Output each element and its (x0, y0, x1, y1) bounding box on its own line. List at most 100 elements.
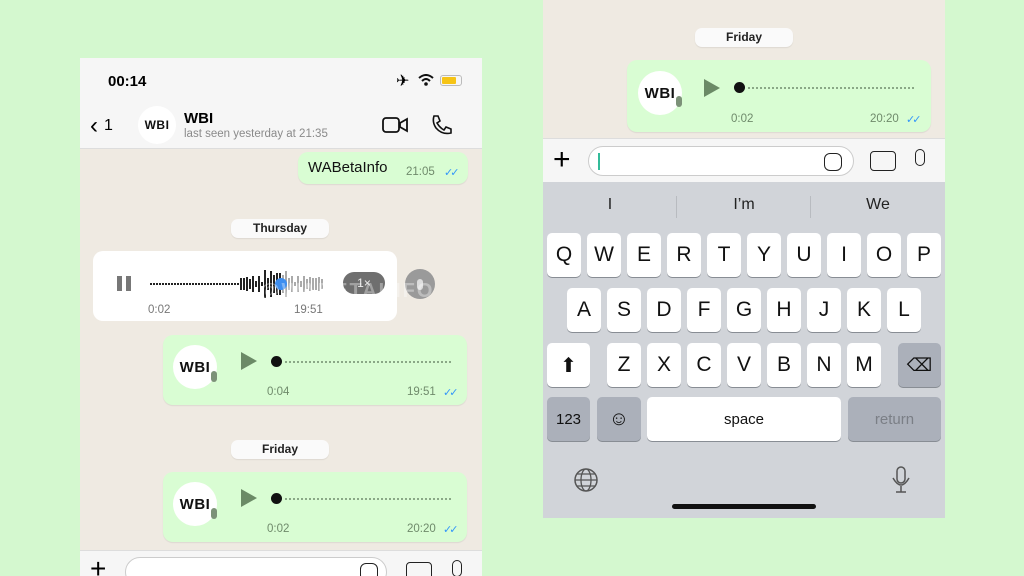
key-z[interactable]: Z (607, 343, 641, 387)
video-call-icon[interactable] (382, 116, 408, 134)
waveform-bar (156, 283, 158, 285)
date-separator: Thursday (231, 219, 329, 238)
message-input[interactable] (588, 146, 854, 176)
mic-icon[interactable] (452, 560, 462, 576)
key-g[interactable]: G (727, 288, 761, 332)
waveform[interactable] (285, 498, 451, 500)
key-f[interactable]: F (687, 288, 721, 332)
return-key[interactable]: return (848, 397, 941, 441)
contact-avatar[interactable]: WBI (138, 106, 176, 144)
waveform-bar (171, 283, 173, 285)
waveform-bar (249, 279, 251, 289)
waveform-bar (168, 283, 170, 285)
camera-icon[interactable] (870, 151, 896, 171)
key-m[interactable]: M (847, 343, 881, 387)
key-y[interactable]: Y (747, 233, 781, 277)
waveform[interactable] (285, 361, 451, 363)
backspace-icon: ⌫ (906, 354, 933, 375)
message-text: WABetaInfo (308, 159, 388, 176)
key-n[interactable]: N (807, 343, 841, 387)
key-r[interactable]: R (667, 233, 701, 277)
sticker-icon[interactable] (360, 563, 378, 576)
voice-message[interactable]: WBI 0:02 20:20 ✓✓ (627, 60, 931, 132)
key-b[interactable]: B (767, 343, 801, 387)
mic-icon (211, 371, 217, 382)
dictation-mic-icon[interactable] (891, 466, 911, 494)
space-key[interactable]: space (647, 397, 841, 441)
waveform-bar (150, 283, 152, 285)
playback-scrubber[interactable] (734, 82, 745, 93)
duration: 0:04 (267, 386, 290, 398)
waveform-bar (183, 283, 185, 285)
duration: 0:02 (267, 523, 290, 535)
sticker-icon[interactable] (824, 153, 842, 171)
voice-message[interactable]: WBI 0:02 20:20 ✓✓ (163, 472, 467, 542)
key-k[interactable]: K (847, 288, 881, 332)
play-icon[interactable] (704, 79, 720, 97)
play-icon[interactable] (241, 352, 257, 370)
back-button[interactable]: ‹ 1 (90, 112, 113, 140)
waveform-bar (240, 277, 242, 290)
key-v[interactable]: V (727, 343, 761, 387)
suggestion[interactable]: We (813, 196, 943, 214)
contact-name[interactable]: WBI (184, 110, 213, 127)
globe-icon[interactable] (573, 467, 599, 493)
message-time: 19:51 (294, 304, 323, 316)
mic-icon[interactable] (915, 149, 925, 166)
numbers-key[interactable]: 123 (547, 397, 590, 441)
waveform-bar (216, 283, 218, 285)
key-d[interactable]: D (647, 288, 681, 332)
message-time: 19:51 (407, 386, 436, 398)
message-time: 20:20 (407, 523, 436, 535)
key-e[interactable]: E (627, 233, 661, 277)
camera-icon[interactable] (406, 562, 432, 576)
backspace-key[interactable]: ⌫ (898, 343, 941, 387)
suggestion[interactable]: I (545, 196, 675, 214)
airplane-icon: ✈ (396, 73, 410, 90)
status-time: 00:14 (108, 73, 147, 90)
key-o[interactable]: O (867, 233, 901, 277)
key-w[interactable]: W (587, 233, 621, 277)
emoji-key[interactable]: ☺ (597, 397, 641, 441)
duration: 0:02 (731, 113, 754, 125)
suggestion[interactable]: I’m (679, 196, 809, 214)
waveform-bar (237, 283, 239, 285)
home-indicator (672, 504, 816, 509)
text-cursor (598, 153, 600, 170)
shift-icon: ⬆ (560, 354, 577, 377)
key-t[interactable]: T (707, 233, 741, 277)
key-c[interactable]: C (687, 343, 721, 387)
playback-scrubber[interactable] (271, 493, 282, 504)
key-a[interactable]: A (567, 288, 601, 332)
wifi-icon (418, 74, 434, 86)
play-icon[interactable] (241, 489, 257, 507)
key-s[interactable]: S (607, 288, 641, 332)
mic-icon (211, 508, 217, 519)
key-q[interactable]: Q (547, 233, 581, 277)
waveform-bar (219, 283, 221, 285)
key-u[interactable]: U (787, 233, 821, 277)
key-l[interactable]: L (887, 288, 921, 332)
voice-message[interactable]: WBI 0:04 19:51 ✓✓ (163, 335, 467, 405)
plus-icon[interactable]: + (90, 553, 106, 576)
text-message[interactable]: WABetaInfo 21:05 ✓✓ (298, 152, 468, 184)
pause-icon[interactable] (117, 276, 131, 291)
chat-header: ‹ 1 WBI WBI last seen yesterday at 21:35 (80, 102, 482, 149)
key-h[interactable]: H (767, 288, 801, 332)
playback-scrubber[interactable] (271, 356, 282, 367)
right-phone-screen: Friday WBI 0:02 20:20 ✓✓ + I I’m We ⬆ ⌫ … (543, 0, 945, 518)
waveform-bar (255, 280, 257, 288)
key-i[interactable]: I (827, 233, 861, 277)
key-x[interactable]: X (647, 343, 681, 387)
plus-icon[interactable]: + (553, 143, 571, 177)
watermark: @WABETAINFO (260, 280, 435, 302)
shift-key[interactable]: ⬆ (547, 343, 590, 387)
key-p[interactable]: P (907, 233, 941, 277)
waveform[interactable] (748, 87, 914, 89)
key-j[interactable]: J (807, 288, 841, 332)
date-separator: Friday (231, 440, 329, 459)
message-time: 20:20 (870, 113, 899, 125)
input-bar: + (80, 550, 482, 576)
message-input[interactable] (125, 557, 387, 576)
phone-call-icon[interactable] (430, 114, 452, 136)
